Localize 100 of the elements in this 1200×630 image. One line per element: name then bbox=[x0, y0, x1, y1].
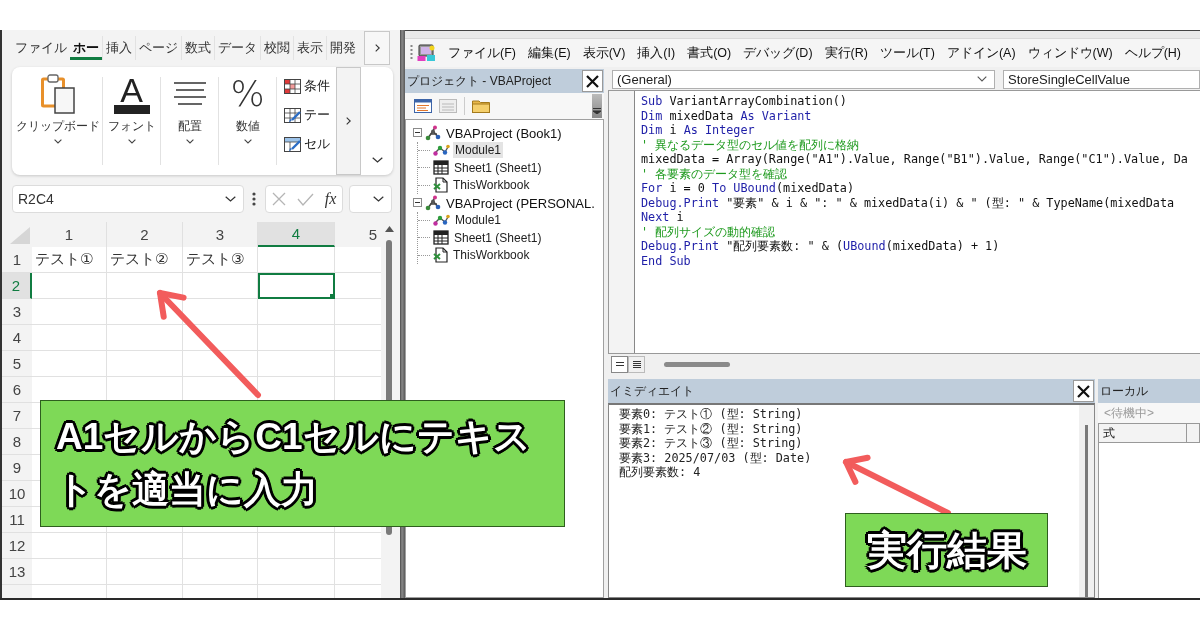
chevron-down-icon bbox=[185, 139, 194, 144]
selected-cell[interactable] bbox=[258, 273, 335, 299]
horizontal-scrollbar-thumb[interactable] bbox=[664, 361, 730, 367]
panel-title: イミディエイト bbox=[610, 382, 694, 400]
ribbon-tab[interactable]: 校閲 bbox=[260, 36, 293, 60]
node-cluster-icon bbox=[425, 194, 442, 211]
ribbon-tab[interactable]: ファイル bbox=[12, 36, 70, 60]
code-line: End Sub bbox=[641, 253, 692, 268]
module-view-button[interactable] bbox=[628, 355, 645, 373]
table-cell: テスト① bbox=[32, 247, 107, 273]
code-line: Debug.Print "要素" & i & ": " & mixedData(i) & " (型: " & TypeName(mixedData bbox=[641, 195, 1176, 210]
style-command-button[interactable]: 条件 bbox=[284, 76, 336, 96]
ribbon-group-button[interactable]: % 数値 bbox=[219, 67, 276, 175]
tree-item[interactable]: Module1 bbox=[453, 142, 504, 159]
menu-item[interactable]: デバッグ(D) bbox=[743, 44, 813, 62]
ribbon-tab[interactable]: データ bbox=[214, 36, 260, 60]
output-line: 要素2: テスト③ (型: String) bbox=[619, 436, 804, 451]
code-editor[interactable] bbox=[608, 90, 1200, 354]
ribbon-tab[interactable]: ページ bbox=[135, 36, 181, 60]
menu-item[interactable]: 実行(R) bbox=[824, 44, 868, 62]
tree-item[interactable]: Sheet1 (Sheet1) bbox=[452, 159, 544, 176]
collapse-box-icon[interactable] bbox=[413, 198, 422, 208]
sheet-grid-icon bbox=[433, 230, 449, 246]
callout-label: A1セルからC1セルにテキストを適当に入力 bbox=[40, 400, 565, 527]
style-command-button[interactable]: セル bbox=[284, 134, 336, 154]
dropdown-grip-icon[interactable] bbox=[592, 94, 602, 118]
computer-icon[interactable] bbox=[417, 44, 436, 62]
code-line: Dim mixedData As Variant bbox=[641, 108, 813, 123]
chevron-down-icon bbox=[373, 196, 384, 202]
menu-item[interactable]: 編集(E) bbox=[527, 44, 571, 62]
tree-item[interactable]: ThisWorkbook bbox=[451, 177, 532, 194]
column-header[interactable]: 式 bbox=[1099, 424, 1187, 442]
code-line: Sub VariantArrayCombination() bbox=[641, 94, 848, 109]
chevron-right-icon bbox=[346, 117, 351, 125]
status-text: <待機中> bbox=[1098, 403, 1200, 423]
folder-icon[interactable] bbox=[472, 99, 490, 113]
object-dropdown[interactable]: (General) bbox=[612, 69, 995, 89]
panel-title: プロジェクト - VBAProject bbox=[407, 72, 552, 90]
close-button[interactable] bbox=[1073, 380, 1094, 402]
row-header[interactable]: 2 bbox=[2, 273, 32, 299]
code-line: mixedData = Array(Range("A1").Value, Range("B1").Value, Range("C1").Value, Da bbox=[641, 152, 1188, 167]
code-line: Next i bbox=[641, 210, 685, 225]
tree-item[interactable]: ThisWorkbook bbox=[451, 247, 532, 264]
ribbon-group-button[interactable]: クリップボード bbox=[14, 67, 102, 175]
scroll-up-icon[interactable] bbox=[384, 226, 394, 232]
grip-icon bbox=[410, 44, 413, 62]
name-box-field[interactable]: R2C4 bbox=[12, 185, 244, 213]
close-icon bbox=[586, 74, 599, 88]
ribbon-tab[interactable]: ホー bbox=[70, 36, 102, 60]
document-cross-icon bbox=[433, 247, 448, 264]
tree-item[interactable]: Sheet1 (Sheet1) bbox=[452, 229, 544, 246]
panel-title: ローカル bbox=[1100, 382, 1148, 400]
ribbon-tab[interactable]: 開発 bbox=[326, 36, 359, 60]
chevron-down-icon bbox=[243, 139, 252, 144]
tree-item[interactable]: Module1 bbox=[453, 212, 504, 229]
menu-item[interactable]: ファイル(F) bbox=[448, 44, 516, 62]
menu-item[interactable]: 表示(V) bbox=[582, 44, 626, 62]
code-line: For i = 0 To UBound(mixedData) bbox=[641, 181, 856, 196]
close-button[interactable] bbox=[582, 70, 603, 92]
chevron-down-icon bbox=[127, 139, 136, 144]
menu-item[interactable]: ウィンドウ(W) bbox=[1027, 44, 1113, 62]
collapse-ribbon-icon[interactable] bbox=[371, 157, 383, 163]
chevron-down-icon bbox=[225, 196, 236, 202]
column-header[interactable]: 4 bbox=[258, 222, 335, 247]
check-icon[interactable] bbox=[296, 192, 314, 206]
code-line: ' 異なるデータ型のセル値を配列に格納 bbox=[641, 137, 861, 152]
menu-item[interactable]: 書式(O) bbox=[687, 44, 732, 62]
clipboard-icon bbox=[40, 74, 76, 114]
ribbon-tab[interactable]: 挿入 bbox=[102, 36, 135, 60]
ribbon-group-button[interactable]: A フォント bbox=[103, 67, 160, 175]
tree-item[interactable]: VBAProject (Book1) bbox=[445, 125, 603, 142]
align-lines-icon bbox=[173, 82, 206, 106]
table-cell: テスト② bbox=[107, 247, 183, 273]
procedure-dropdown[interactable]: StoreSingleCellValue bbox=[1003, 69, 1200, 89]
window-lines-icon[interactable] bbox=[414, 99, 432, 113]
chevron-right-icon bbox=[374, 44, 380, 52]
vertical-scrollbar[interactable] bbox=[1079, 405, 1094, 597]
grid-highlight-icon bbox=[284, 78, 301, 94]
ribbon-tab[interactable]: 表示 bbox=[293, 36, 326, 60]
output-line: 配列要素数: 4 bbox=[619, 465, 702, 480]
formula-input-field[interactable] bbox=[349, 185, 392, 213]
insert-function-button[interactable]: fx bbox=[324, 190, 337, 208]
style-command-button[interactable]: テー bbox=[284, 105, 336, 125]
output-line: 要素0: テスト① (型: String) bbox=[619, 407, 804, 422]
ribbon-group-button[interactable]: 配置 bbox=[161, 67, 218, 175]
table-brush-icon bbox=[284, 107, 301, 123]
cell-brush-icon bbox=[284, 136, 301, 152]
menu-item[interactable]: 挿入(I) bbox=[637, 44, 676, 62]
code-line: ' 配列サイズの動的確認 bbox=[641, 224, 777, 239]
ribbon-tab[interactable]: 数式 bbox=[181, 36, 214, 60]
table-cell: テスト③ bbox=[183, 247, 258, 273]
chevron-down-icon bbox=[977, 76, 987, 82]
menu-item[interactable]: ヘルプ(H) bbox=[1124, 44, 1182, 62]
tree-item[interactable]: VBAProject (PERSONAL. bbox=[445, 195, 603, 212]
collapse-box-icon[interactable] bbox=[413, 128, 422, 138]
menu-item[interactable]: ツール(T) bbox=[879, 44, 935, 62]
sheet-grid-icon bbox=[433, 160, 449, 176]
menu-item[interactable]: アドイン(A) bbox=[946, 44, 1016, 62]
more-options-icon[interactable] bbox=[252, 192, 256, 206]
procedure-view-button[interactable] bbox=[611, 355, 628, 373]
